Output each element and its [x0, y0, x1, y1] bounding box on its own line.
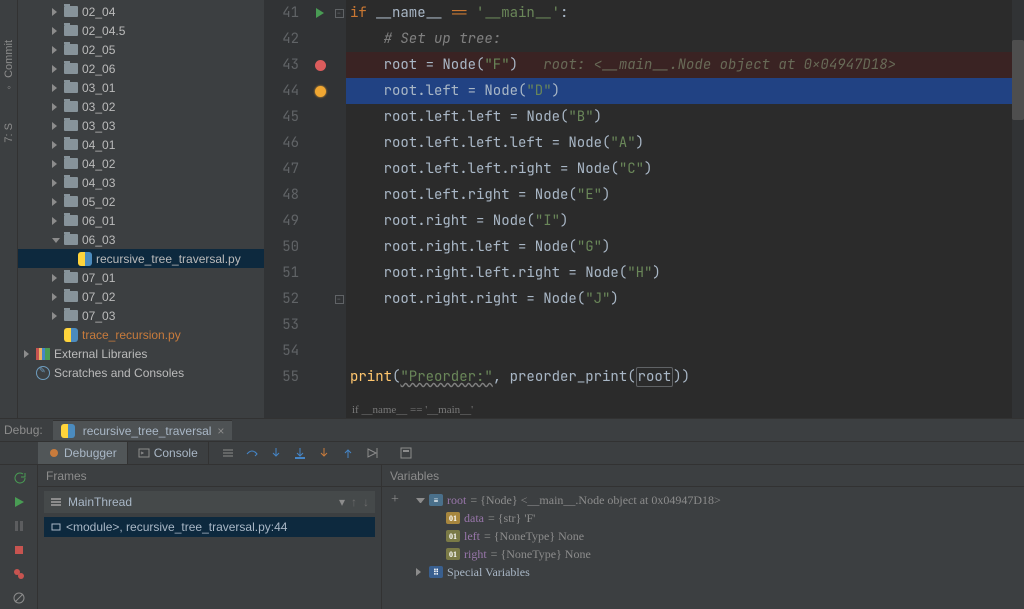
- tree-item[interactable]: 03_03: [18, 116, 264, 135]
- tree-item[interactable]: 04_03: [18, 173, 264, 192]
- variables-pane: Variables + ≡ root = {Node} <__main__.No…: [382, 465, 1024, 609]
- special-vars-icon: ⠿: [429, 566, 443, 578]
- stop-icon[interactable]: [12, 543, 26, 557]
- tree-item[interactable]: External Libraries: [18, 344, 264, 363]
- resume-icon[interactable]: [12, 495, 26, 509]
- tree-item[interactable]: 07_03: [18, 306, 264, 325]
- variables-header: Variables: [382, 465, 1024, 487]
- debug-run-config-tab[interactable]: recursive_tree_traversal ×: [53, 420, 233, 440]
- tree-item[interactable]: Scratches and Consoles: [18, 363, 264, 382]
- expand-icon[interactable]: [416, 568, 425, 576]
- view-breakpoints-icon[interactable]: [12, 567, 26, 581]
- project-tree[interactable]: 02_0402_04.502_0502_0603_0103_0203_0304_…: [18, 0, 264, 418]
- z-tab[interactable]: 7: S: [3, 123, 15, 143]
- tree-item[interactable]: 06_03: [18, 230, 264, 249]
- add-watch-icon[interactable]: +: [388, 492, 402, 508]
- fold-icon[interactable]: −: [335, 295, 344, 304]
- force-step-into-icon[interactable]: [317, 446, 331, 460]
- code-area[interactable]: if __name__ == '__main__': # Set up tree…: [346, 0, 1024, 418]
- debug-tool-window: Debug: recursive_tree_traversal × Debugg…: [0, 418, 1024, 609]
- tool-window-stripe[interactable]: ◦ Commit 7: S: [0, 0, 18, 418]
- breakpoint-icon[interactable]: [315, 60, 326, 71]
- thread-selector[interactable]: MainThread ▾ ↑ ↓: [44, 491, 375, 513]
- frame-prev-icon[interactable]: ↑: [351, 499, 357, 506]
- tree-item[interactable]: 02_04.5: [18, 21, 264, 40]
- tree-item[interactable]: 06_01: [18, 211, 264, 230]
- line-number-gutter: 414243444546474849505152535455: [264, 0, 308, 418]
- pause-icon[interactable]: [12, 519, 26, 533]
- bug-icon: [48, 447, 60, 459]
- debug-side-toolbar: [0, 465, 38, 609]
- stack-icon: [50, 496, 62, 508]
- debugger-tab[interactable]: Debugger: [38, 442, 128, 464]
- editor-scrollbar[interactable]: [1012, 0, 1024, 418]
- tree-item[interactable]: 04_02: [18, 154, 264, 173]
- threads-icon[interactable]: [221, 446, 235, 460]
- tree-item[interactable]: 03_02: [18, 97, 264, 116]
- tree-item[interactable]: 03_01: [18, 78, 264, 97]
- console-icon: [138, 447, 150, 459]
- tree-item[interactable]: 02_04: [18, 2, 264, 21]
- run-to-cursor-icon[interactable]: [365, 446, 379, 460]
- tree-item[interactable]: 02_06: [18, 59, 264, 78]
- step-over-icon[interactable]: [245, 446, 259, 460]
- step-out-icon[interactable]: [341, 446, 355, 460]
- mute-breakpoints-icon[interactable]: [12, 591, 26, 605]
- step-into-icon[interactable]: [269, 446, 283, 460]
- run-breakpoint-gutter[interactable]: [308, 0, 332, 418]
- field-icon: 01: [446, 512, 460, 524]
- rerun-icon[interactable]: [12, 471, 26, 485]
- commit-tab[interactable]: ◦ Commit: [3, 40, 15, 93]
- frames-pane: Frames MainThread ▾ ↑ ↓ <module>, recurs…: [38, 465, 382, 609]
- tree-item[interactable]: 07_02: [18, 287, 264, 306]
- tree-item[interactable]: 04_01: [18, 135, 264, 154]
- frames-header: Frames: [38, 465, 381, 487]
- tree-item[interactable]: 07_01: [18, 268, 264, 287]
- console-tab[interactable]: Console: [128, 442, 209, 464]
- tree-file-selected[interactable]: recursive_tree_traversal.py: [18, 249, 264, 268]
- object-icon: ≡: [429, 494, 443, 506]
- debug-label: Debug:: [4, 423, 43, 437]
- tree-item[interactable]: 02_05: [18, 40, 264, 59]
- evaluate-icon[interactable]: [399, 446, 413, 460]
- breadcrumb[interactable]: if __name__ == '__main__': [346, 402, 479, 418]
- intention-bulb-icon[interactable]: [315, 86, 326, 97]
- tree-item[interactable]: trace_recursion.py: [18, 325, 264, 344]
- expand-icon[interactable]: [416, 498, 425, 503]
- python-icon: [61, 424, 75, 438]
- run-gutter-icon[interactable]: [316, 8, 324, 18]
- tree-item[interactable]: 05_02: [18, 192, 264, 211]
- frame-next-icon[interactable]: ↓: [363, 499, 369, 506]
- field-icon: 01: [446, 548, 460, 560]
- code-editor[interactable]: 414243444546474849505152535455 −− if __n…: [264, 0, 1024, 418]
- frame-icon: [50, 521, 62, 533]
- field-icon: 01: [446, 530, 460, 542]
- fold-icon[interactable]: −: [335, 9, 344, 18]
- close-icon[interactable]: ×: [217, 424, 224, 438]
- fold-gutter[interactable]: −−: [332, 0, 346, 418]
- stack-frame[interactable]: <module>, recursive_tree_traversal.py:44: [44, 517, 375, 537]
- chevron-down-icon[interactable]: ▾: [339, 495, 345, 509]
- step-into-my-code-icon[interactable]: [293, 446, 307, 460]
